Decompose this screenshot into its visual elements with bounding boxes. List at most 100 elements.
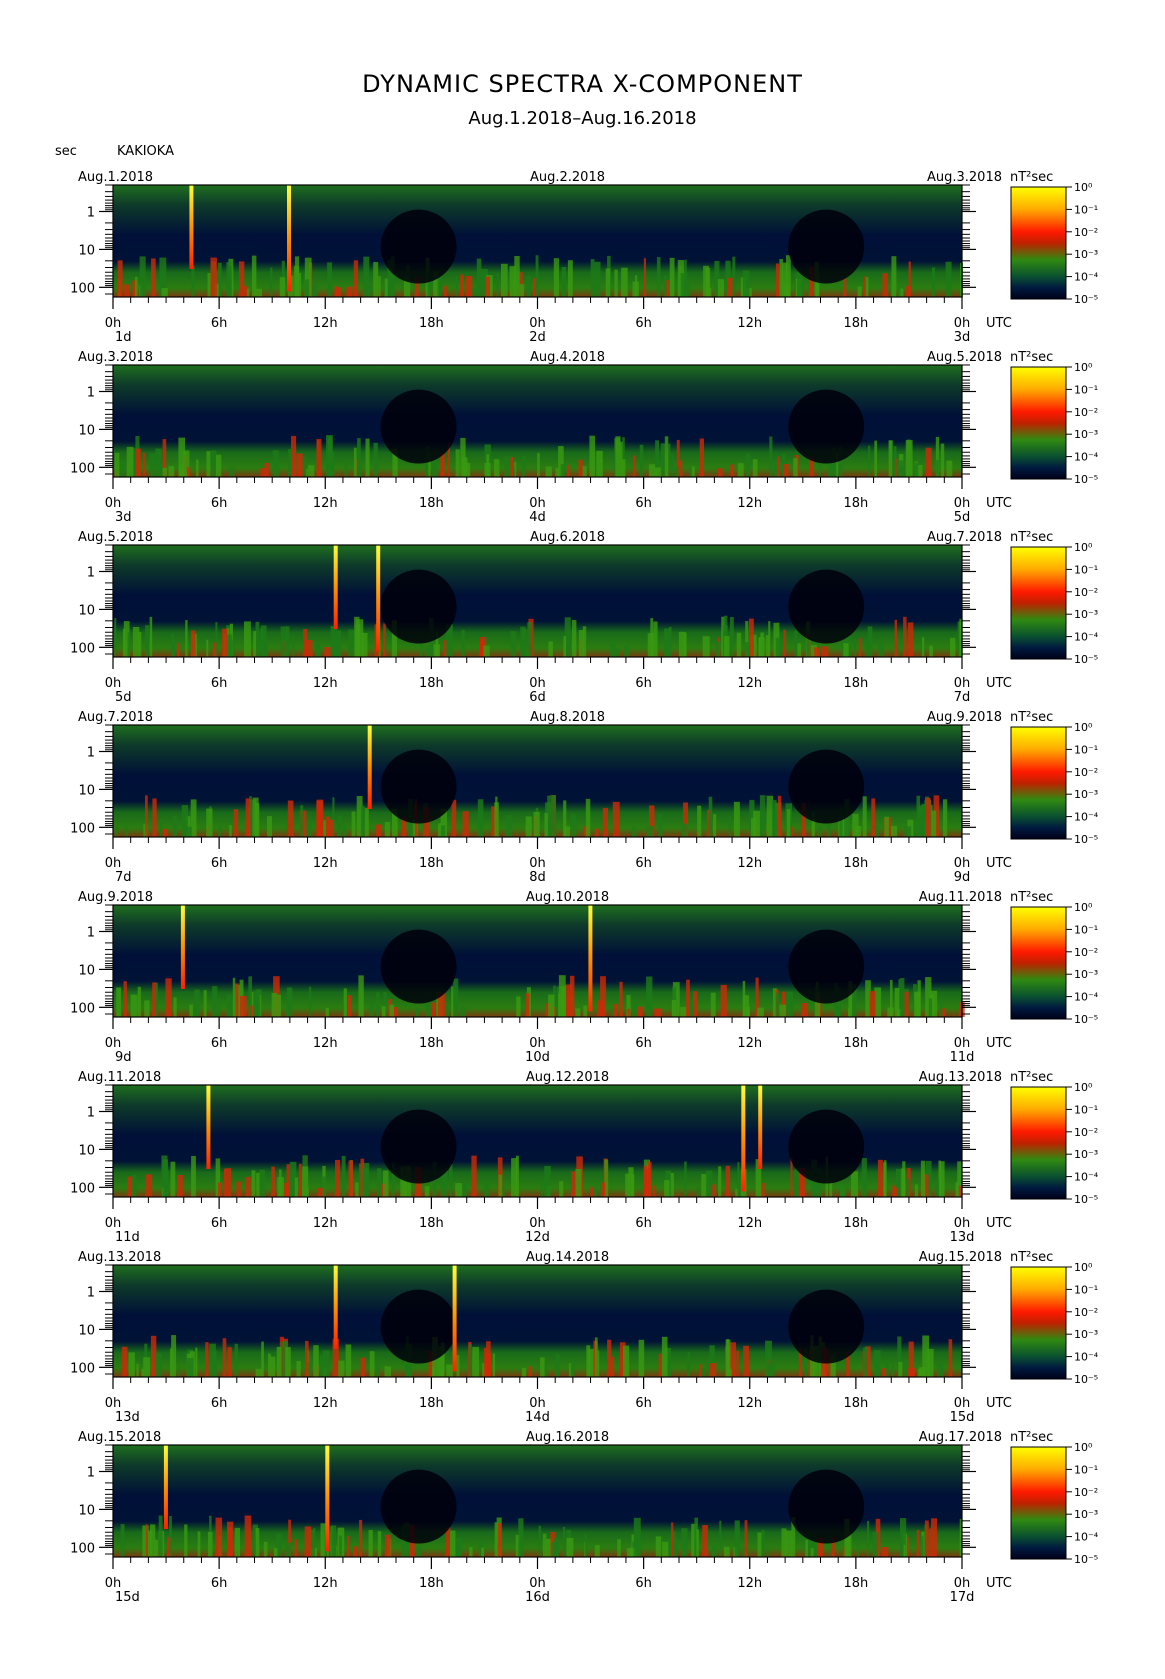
spectral-power-patch [852,813,859,837]
spectral-power-patch [723,636,730,657]
spectral-power-patch [920,1160,926,1197]
x-tick-label: 0h [105,1576,122,1591]
spectral-power-patch [908,261,911,297]
spectral-power-patch [729,617,734,657]
spectral-power-patch [330,626,337,657]
colorbar-tick-label: 10⁻³ [1074,608,1098,621]
day-label: 3d [954,330,971,345]
spectral-power-patch [453,978,459,1017]
colorbar-unit: nT²sec [1010,1430,1053,1445]
x-tick-label: 0h [954,1216,971,1231]
spectral-power-patch [209,1343,216,1377]
spectral-power-patch [233,809,239,837]
y-tick-label: 100 [70,641,95,656]
panel-2: Aug.3.2018 Aug.4.2018 Aug.5.2018 1 10 100 0h 6h… [70,350,1099,525]
spectral-power-patch [327,262,332,297]
spectral-power-patch [203,990,207,1017]
spectral-power-patch [155,1353,162,1377]
spectral-power-patch [595,828,599,837]
spectral-power-patch [302,1166,309,1197]
spectral-power-patch [235,983,239,1017]
colorbar-tick-label: 10⁻² [1074,406,1098,419]
spectral-power-patch [708,796,713,837]
spectral-power-patch [779,1004,787,1017]
spectral-power-patch [162,467,168,477]
spectral-power-patch [173,997,177,1017]
colorbar-tick-label: 10⁻³ [1074,248,1098,261]
spectral-power-patch [389,1004,394,1017]
spectral-power-patch [540,1357,545,1377]
spectral-power-patch [196,459,199,477]
x-tick-label: 18h [843,1216,868,1231]
spectral-power-patch [351,811,356,837]
spectral-power-patch [542,1533,547,1557]
spectral-power-patch [908,1341,914,1377]
spectral-power-patch [858,638,861,657]
spectral-power-patch [891,1365,895,1377]
x-tick-label: 6h [211,676,228,691]
spectral-power-patch [510,457,514,477]
spectral-power-patch [338,1360,345,1377]
panel-left-date: Aug.7.2018 [78,710,153,725]
x-unit-label: UTC [986,676,1012,691]
x-tick-label: 6h [211,856,228,871]
low-power-region [380,209,457,284]
x-tick-label: 18h [843,1396,868,1411]
spectral-power-patch [171,1335,177,1377]
spectral-power-patch [894,988,900,1017]
spectral-power-patch [874,440,878,477]
spectral-power-patch [783,629,786,657]
spectral-power-patch [149,616,153,657]
spectral-power-patch [285,1006,289,1017]
spectral-power-patch [145,1524,148,1557]
panel-left-date: Aug.1.2018 [78,170,153,185]
spectral-power-patch [177,1175,183,1197]
colorbar-unit: nT²sec [1010,890,1053,905]
low-power-region [380,1469,457,1544]
x-tick-label: 0h [529,1216,546,1231]
day-label: 3d [115,510,132,525]
impulse-event [588,905,593,1012]
low-power-region [788,929,865,1004]
spectral-power-patch [917,1368,923,1377]
spectral-power-patch [484,1347,488,1377]
spectral-power-patch [660,443,666,477]
spectral-power-patch [424,1186,430,1197]
spectral-power-patch [712,814,717,837]
spectral-power-patch [451,986,454,1017]
spectral-power-patch [706,267,711,297]
spectral-power-patch [255,621,260,657]
spectral-power-patch [689,1002,694,1017]
spectral-power-patch [873,1350,881,1377]
spectral-power-patch [346,286,353,297]
spectral-power-patch [472,1346,480,1377]
colorbar-tick-label: 10⁻⁵ [1074,1373,1098,1386]
spectral-power-patch [226,996,232,1017]
spectral-power-patch [334,285,338,297]
spectral-power-patch [582,466,587,477]
spectral-power-patch [939,1000,943,1017]
spectral-power-patch [331,1525,337,1557]
panel-1: Aug.1.2018 Aug.2.2018 Aug.3.2018 1 10 100 0h 6h… [70,170,1099,345]
spectral-power-patch [737,463,744,477]
x-tick-label: 0h [105,496,122,511]
spectral-power-patch [884,816,889,837]
spectral-power-patch [215,1517,223,1557]
spectral-power-patch [806,638,810,657]
spectral-power-patch [324,647,331,657]
spectral-power-patch [918,807,924,837]
spectral-power-patch [229,825,232,837]
panel-left-date: Aug.3.2018 [78,350,153,365]
spectral-power-patch [565,984,573,1017]
spectral-power-patch [440,825,446,837]
x-tick-label: 6h [635,1036,652,1051]
spectral-power-patch [476,258,482,297]
spectral-power-patch [594,1337,598,1377]
x-tick-label: 12h [737,496,762,511]
spectral-power-patch [898,287,901,297]
colorbar [1010,1086,1067,1200]
spectral-power-patch [327,436,333,477]
spectral-power-patch [234,1343,238,1377]
day-label: 7d [954,690,971,705]
spectral-power-patch [701,1368,707,1377]
